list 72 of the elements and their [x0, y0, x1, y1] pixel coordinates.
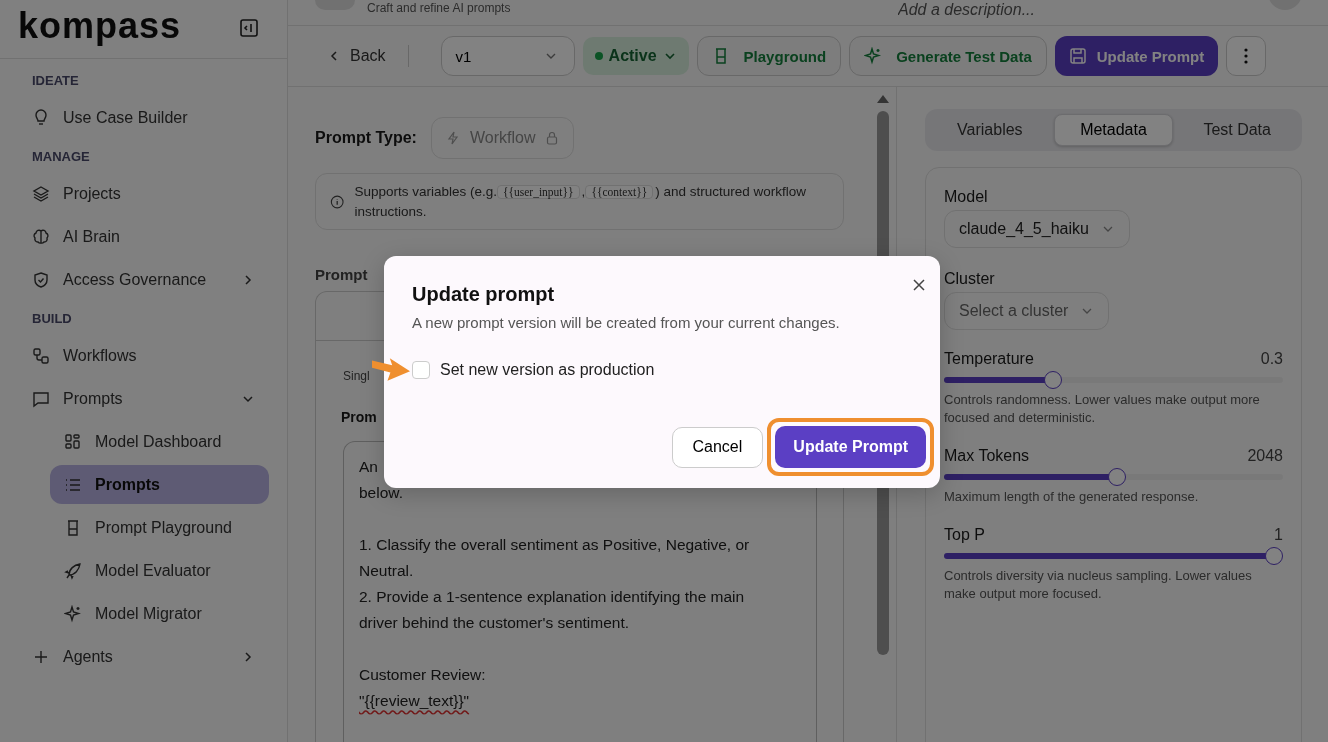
prompt-type-label: Prompt Type: — [315, 129, 417, 147]
slider-hint: Controls diversity via nucleus sampling. Lower values make output more focused. — [944, 567, 1253, 603]
field-label: Prom — [341, 409, 377, 425]
layers-icon — [32, 184, 50, 203]
sidebar-subitem[interactable]: Model Evaluator — [50, 551, 269, 590]
prompt-type-badge: Workflow — [430, 117, 575, 159]
status-dropdown[interactable]: Active — [582, 37, 689, 75]
rocket-icon — [64, 561, 82, 580]
field-label: Model — [944, 188, 989, 206]
slider-label: Max Tokens — [944, 447, 1030, 465]
tab[interactable]: Test Data — [1177, 114, 1297, 146]
chevron-left-icon — [328, 50, 340, 62]
cluster-select[interactable]: Select a cluster — [944, 292, 1110, 330]
flow-icon — [32, 346, 50, 365]
slider[interactable] — [944, 468, 1283, 486]
status-dot — [594, 52, 603, 60]
toolbar-button[interactable]: Playground — [696, 36, 842, 76]
slider-label: Top P — [944, 526, 985, 544]
section-heading: BUILD — [31, 310, 73, 328]
arrow-annotation — [372, 358, 410, 381]
info-icon — [330, 193, 345, 210]
section-heading: IDEATE — [31, 72, 80, 90]
sidebar-item[interactable]: AI Brain — [18, 217, 269, 256]
tab[interactable]: Metadata — [1053, 114, 1174, 146]
sidebar-subitem[interactable]: Model Dashboard — [50, 422, 269, 461]
model-select[interactable]: claude_4_5_haiku — [944, 210, 1130, 248]
sidebar-item[interactable]: Projects — [18, 174, 269, 213]
version-select[interactable]: v1 — [440, 36, 575, 76]
brain-icon — [32, 227, 50, 246]
grid-icon — [64, 432, 82, 451]
slider-value: 2048 — [1247, 447, 1283, 465]
sidebar-item[interactable]: Use Case Builder — [18, 98, 269, 137]
sidebar-collapse-icon[interactable] — [239, 18, 259, 38]
update-prompt-button[interactable]: Update Prompt — [1054, 36, 1219, 76]
bulb-icon — [32, 108, 50, 127]
toolbar-button[interactable]: Generate Test Data — [849, 36, 1047, 76]
sparkle-icon — [864, 47, 883, 65]
section-label: Prompt — [315, 266, 369, 283]
note-text: Supports variables (e.g. {{user_input}} , {{context}} ) and structured workflow instructions. — [354, 183, 808, 221]
logo-text: kompass — [18, 8, 182, 44]
slider[interactable] — [944, 371, 1283, 389]
slider-hint: Controls randomness. Lower values make output more focused and deterministic. — [944, 391, 1261, 427]
slider[interactable] — [944, 547, 1283, 565]
dialog-description: A new prompt version will be created from your current changes. — [412, 314, 841, 331]
sidebar-item[interactable]: Agents — [18, 637, 269, 676]
back-button[interactable]: Back — [318, 47, 396, 65]
sidebar-item[interactable]: Access Governance — [18, 260, 269, 299]
save-icon — [1068, 47, 1087, 65]
slider-label: Temperature — [944, 350, 1034, 368]
cancel-button[interactable]: Cancel — [671, 426, 764, 468]
shield-icon — [32, 270, 50, 289]
page-subtitle: Craft and refine AI prompts — [367, 1, 511, 15]
description-field[interactable]: Add a description... — [898, 1, 1068, 19]
slider-value: 0.3 — [1260, 350, 1283, 368]
tab[interactable]: Variables — [930, 114, 1050, 146]
sidebar-item[interactable]: Prompts — [18, 379, 269, 418]
sidebar-subitem[interactable]: Prompt Playground — [50, 508, 269, 547]
section-heading: MANAGE — [31, 148, 91, 166]
sidebar-subitem[interactable]: Prompts — [50, 465, 269, 504]
chat-icon — [32, 389, 50, 408]
sidebar-subitem[interactable]: Model Migrator — [50, 594, 269, 633]
dialog-title: Update prompt — [412, 283, 556, 306]
sidebar-item[interactable]: Workflows — [18, 336, 269, 375]
update-prompt-button[interactable]: Update Prompt — [775, 426, 926, 468]
slider-hint: Maximum length of the generated response. — [944, 488, 1200, 506]
field-label: Cluster — [944, 270, 996, 288]
checkbox-label[interactable]: Set new version as production — [440, 361, 655, 379]
slider-value: 1 — [1274, 526, 1283, 544]
mode-label: Singl — [343, 369, 370, 383]
spark-icon — [64, 604, 82, 623]
more-vertical-icon — [1244, 48, 1249, 64]
checkbox[interactable] — [412, 361, 430, 379]
